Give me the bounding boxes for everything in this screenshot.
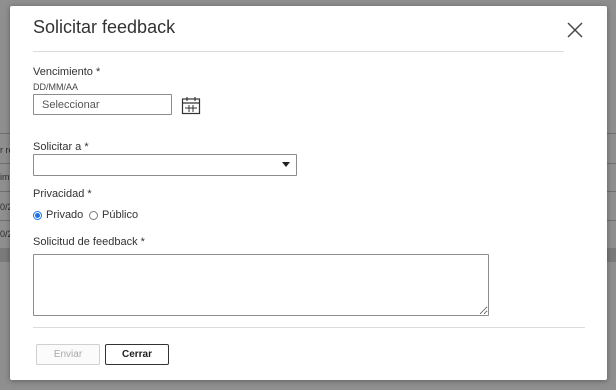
feedback-request-textarea[interactable] bbox=[33, 254, 489, 316]
radio-button-private[interactable] bbox=[33, 210, 42, 220]
calendar-icon bbox=[181, 97, 201, 115]
header-divider bbox=[33, 51, 564, 52]
dialog-title: Solicitar feedback bbox=[33, 17, 176, 37]
privacy-option-private[interactable]: Privado bbox=[33, 209, 83, 221]
close-icon bbox=[567, 22, 583, 38]
date-format-hint: DD/MM/AA bbox=[33, 82, 78, 92]
privacy-label: Privacidad * bbox=[33, 188, 92, 200]
request-to-label: Solicitar a * bbox=[33, 141, 89, 153]
request-to-select[interactable] bbox=[33, 154, 297, 176]
feedback-request-dialog: Solicitar feedback Vencimiento * DD/MM/A… bbox=[10, 6, 607, 380]
calendar-button[interactable] bbox=[181, 96, 201, 115]
footer-divider bbox=[33, 327, 585, 328]
due-date-input[interactable] bbox=[33, 94, 172, 115]
due-date-label: Vencimiento * bbox=[33, 66, 101, 78]
privacy-option-label: Público bbox=[102, 209, 139, 221]
chevron-down-icon bbox=[282, 162, 290, 167]
feedback-request-label: Solicitud de feedback * bbox=[33, 236, 145, 248]
send-button[interactable]: Enviar bbox=[36, 344, 100, 365]
privacy-option-public[interactable]: Público bbox=[89, 209, 138, 221]
radio-button-public[interactable] bbox=[89, 210, 98, 220]
background-text-fragment: im bbox=[0, 172, 10, 182]
privacy-option-label: Privado bbox=[46, 209, 84, 221]
close-dialog-button[interactable] bbox=[564, 19, 586, 41]
close-button[interactable]: Cerrar bbox=[105, 344, 169, 365]
